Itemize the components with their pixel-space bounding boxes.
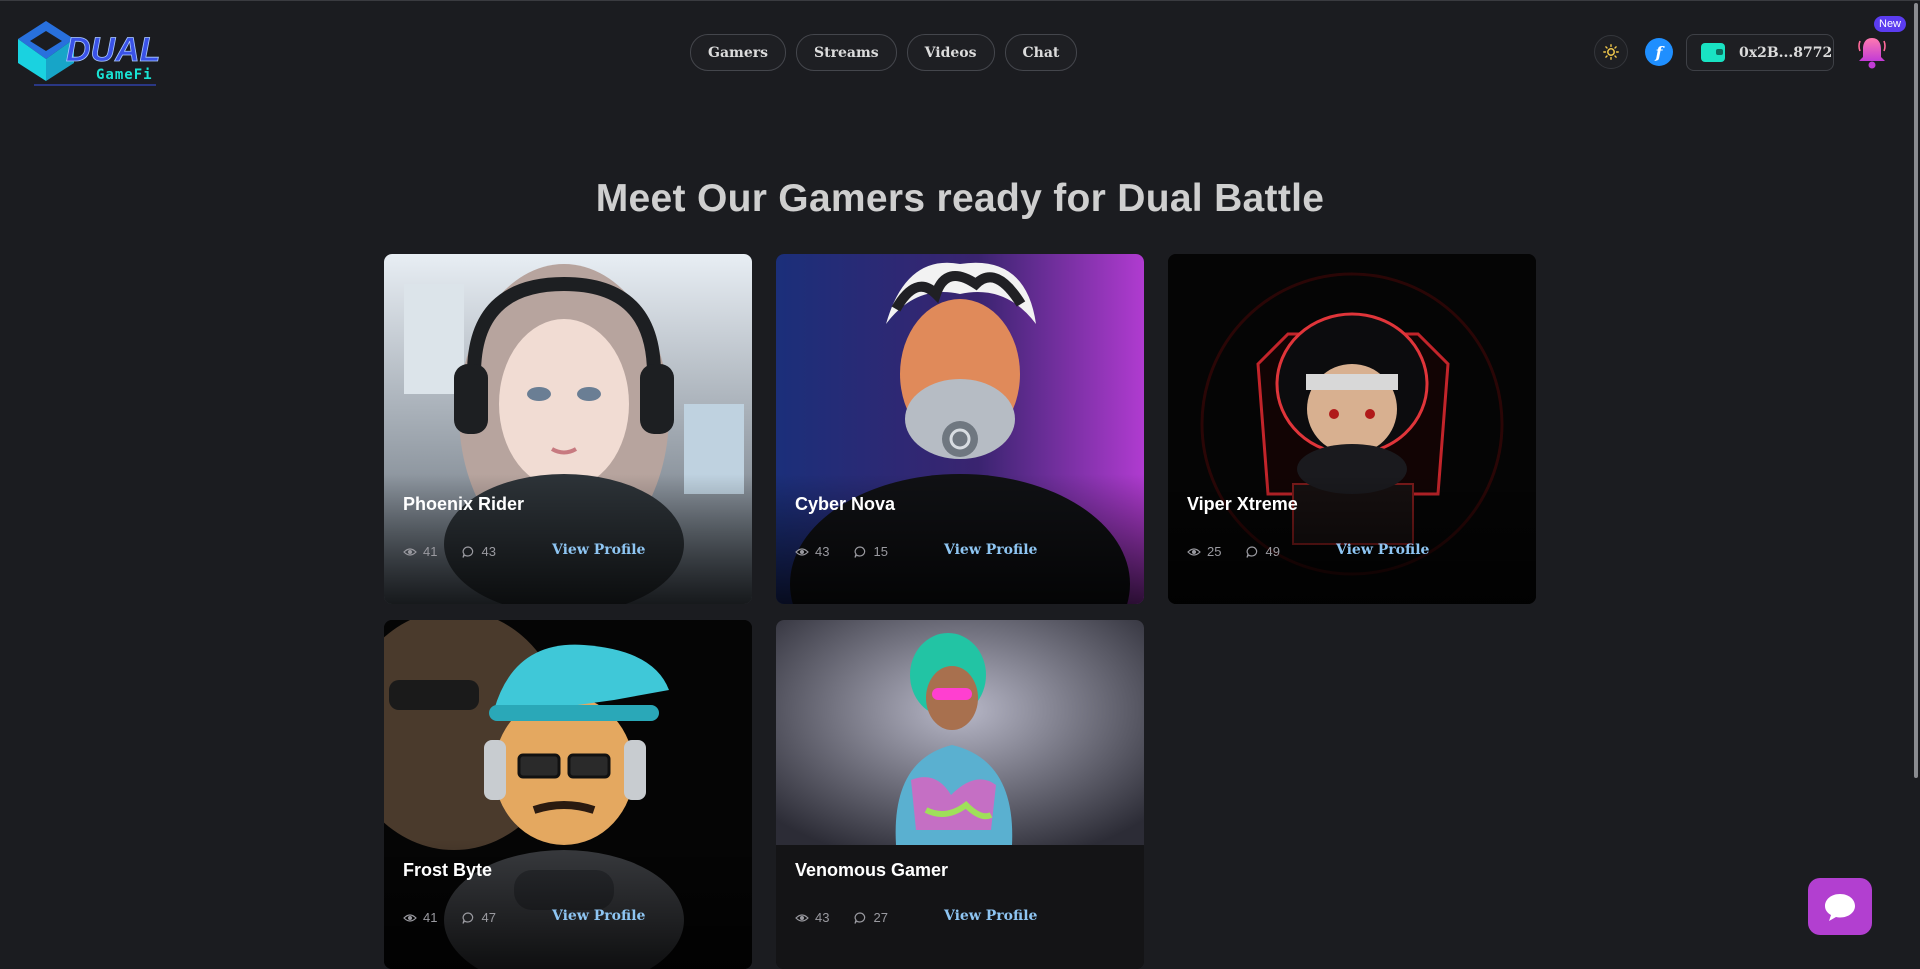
gamer-stats: 43 15 (795, 544, 888, 559)
gamer-stats: 25 49 (1187, 544, 1280, 559)
eye-icon (795, 547, 809, 556)
comment-icon (1246, 545, 1258, 558)
gamer-card[interactable]: Cyber Nova 43 15 View Profile (776, 254, 1144, 604)
views-count: 43 (815, 544, 830, 559)
logo-title: DUAL (66, 31, 160, 69)
chat-fab-button[interactable] (1808, 878, 1872, 935)
comments-count: 49 (1265, 544, 1280, 559)
theme-toggle-button[interactable] (1594, 35, 1628, 69)
sun-icon (1603, 44, 1619, 60)
view-profile-link[interactable]: View Profile (552, 908, 645, 924)
gamer-card[interactable]: Viper Xtreme 25 49 View Profile (1168, 254, 1536, 604)
gamer-card[interactable]: Phoenix Rider 41 43 View Profile (384, 254, 752, 604)
comments-count: 43 (481, 544, 496, 559)
wallet-address: 0x2B...8772 (1739, 44, 1833, 61)
eye-icon (795, 913, 809, 922)
view-profile-link[interactable]: View Profile (552, 542, 645, 558)
view-profile-link[interactable]: View Profile (944, 908, 1037, 924)
gamer-name: Venomous Gamer (795, 860, 949, 880)
chat-bubble-icon (1825, 893, 1855, 921)
comments-count: 15 (873, 544, 888, 559)
views-count: 43 (815, 910, 830, 925)
app-frame: DUAL GameFi Gamers Streams Videos Chat f… (0, 0, 1920, 969)
views-count: 41 (423, 544, 438, 559)
comment-icon (462, 545, 474, 558)
wallet-button[interactable]: 0x2B...8772 (1686, 34, 1834, 71)
chain-selector-button[interactable]: f (1645, 38, 1673, 66)
gamer-name: Frost Byte (403, 860, 493, 880)
page-scrollbar[interactable] (1914, 3, 1918, 778)
views-count: 25 (1207, 544, 1222, 559)
gamer-name: Viper Xtreme (1187, 494, 1298, 514)
views-count: 41 (423, 910, 438, 925)
comment-icon (462, 911, 474, 924)
eye-icon (403, 547, 417, 556)
view-profile-link[interactable]: View Profile (944, 542, 1037, 558)
card-overlay (384, 839, 752, 969)
gamer-stats: 41 47 (403, 910, 496, 925)
nav-gamers[interactable]: Gamers (690, 34, 787, 71)
gamer-card[interactable]: Frost Byte 41 47 View Profile (384, 620, 752, 969)
comment-icon (854, 545, 866, 558)
comments-count: 27 (873, 910, 888, 925)
view-profile-link[interactable]: View Profile (1336, 542, 1429, 558)
logo-subtitle: GameFi (96, 67, 153, 83)
comments-count: 47 (481, 910, 496, 925)
page-title: Meet Our Gamers ready for Dual Battle (595, 177, 1325, 220)
comment-icon (854, 911, 866, 924)
main-nav: Gamers Streams Videos Chat (690, 34, 1078, 71)
nav-streams[interactable]: Streams (796, 34, 897, 71)
eye-icon (403, 913, 417, 922)
bell-icon[interactable] (1855, 31, 1889, 71)
wallet-icon (1701, 43, 1725, 62)
nav-chat[interactable]: Chat (1004, 34, 1078, 71)
gamer-stats: 43 27 (795, 910, 888, 925)
gamer-name: Cyber Nova (795, 494, 896, 514)
eye-icon (1187, 547, 1201, 556)
chain-icon: f (1655, 42, 1663, 62)
gamer-name: Phoenix Rider (403, 494, 525, 514)
gamer-card[interactable]: Venomous Gamer 43 27 View Profile (776, 620, 1144, 969)
nav-videos[interactable]: Videos (906, 34, 995, 71)
notification-badge: New (1874, 16, 1907, 32)
gamer-stats: 41 43 (403, 544, 496, 559)
